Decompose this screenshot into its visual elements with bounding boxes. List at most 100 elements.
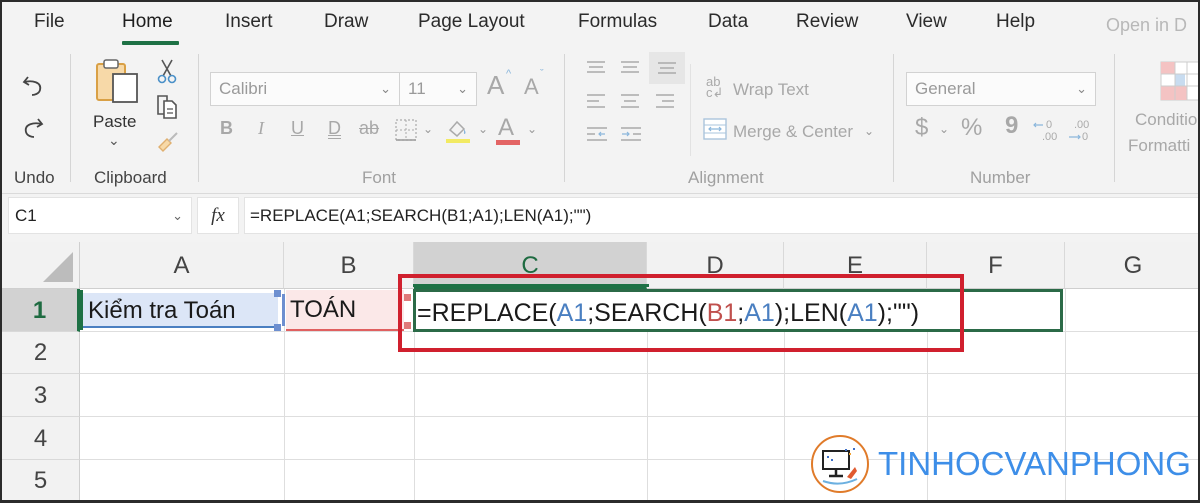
increase-indent-icon[interactable] (618, 124, 644, 144)
align-center-icon[interactable] (618, 92, 642, 112)
font-size-dropdown[interactable]: 11 ⌄ (399, 72, 477, 106)
tab-review[interactable]: Review (796, 11, 858, 33)
font-name-value: Calibri (219, 79, 268, 98)
formula-input[interactable]: =REPLACE(A1;SEARCH(B1;A1);LEN(A1);"") (244, 197, 1198, 234)
row-header-3[interactable]: 3 (2, 374, 80, 417)
paste-button-label[interactable]: Paste (93, 112, 136, 132)
name-box[interactable]: C1 ⌄ (8, 197, 192, 234)
range-handle[interactable] (274, 290, 281, 297)
tab-formulas[interactable]: Formulas (578, 11, 657, 33)
redo-icon[interactable] (18, 112, 48, 142)
svg-text:0: 0 (1082, 131, 1088, 143)
conditional-formatting-button[interactable]: Conditio (1135, 110, 1197, 130)
font-color-button[interactable]: A (498, 114, 514, 142)
formula-bar: C1 ⌄ fx =REPLACE(A1;SEARCH(B1;A1);LEN(A1… (2, 194, 1198, 242)
wrap-text-button[interactable]: Wrap Text (733, 80, 809, 100)
grid-line (80, 373, 1198, 374)
double-underline-button[interactable]: D (328, 118, 341, 139)
percent-button[interactable]: % (961, 114, 982, 142)
tab-insert[interactable]: Insert (225, 11, 273, 33)
group-separator (893, 54, 894, 182)
comma-style-button[interactable]: 9 (1005, 112, 1018, 140)
align-bottom-icon[interactable] (649, 52, 685, 84)
paste-icon[interactable] (94, 56, 140, 106)
row-header-2[interactable]: 2 (2, 332, 80, 374)
chevron-down-icon: ⌄ (172, 208, 183, 223)
column-header-g[interactable]: G (1065, 242, 1198, 289)
alignment-group-label: Alignment (688, 168, 764, 187)
font-color-swatch (496, 140, 520, 145)
underline-button[interactable]: U (291, 118, 304, 139)
font-group-label: Font (362, 168, 397, 187)
borders-chevron-icon[interactable]: ⌄ (423, 122, 433, 136)
grid-line (80, 416, 1198, 417)
group-separator (70, 54, 71, 182)
conditional-formatting-button-line2[interactable]: Formatti (1128, 136, 1190, 156)
row-header-4[interactable]: 4 (2, 417, 80, 460)
undo-group-label: Undo (14, 168, 55, 187)
increase-font-size-button[interactable]: A (487, 70, 504, 101)
align-top-icon[interactable] (584, 58, 608, 78)
borders-icon[interactable] (394, 118, 418, 142)
caret-down-icon: ˇ (540, 68, 544, 80)
tab-file[interactable]: File (34, 11, 65, 33)
decrease-decimal-icon[interactable]: .00 0 (1066, 118, 1094, 144)
increase-decimal-icon[interactable]: 0.00 (1032, 118, 1060, 144)
number-format-dropdown[interactable]: General ⌄ (906, 72, 1096, 106)
tab-help[interactable]: Help (996, 11, 1035, 33)
insert-function-button[interactable]: fx (197, 197, 239, 234)
open-in-desktop-button[interactable]: Open in D (1106, 15, 1187, 36)
select-all-triangle-icon (43, 252, 73, 282)
group-separator (564, 54, 565, 182)
group-separator (690, 64, 691, 156)
format-painter-icon[interactable] (154, 128, 182, 154)
select-all-button[interactable] (2, 242, 80, 289)
align-middle-icon[interactable] (618, 58, 642, 78)
align-left-icon[interactable] (584, 92, 608, 112)
range-handle[interactable] (274, 324, 281, 331)
fx-icon: fx (211, 205, 225, 226)
number-format-value: General (915, 79, 976, 98)
fill-color-chevron-icon[interactable]: ⌄ (478, 122, 488, 136)
range-border (282, 294, 285, 326)
row-header-5[interactable]: 5 (2, 460, 80, 500)
row-header-1[interactable]: 1 (2, 289, 80, 332)
italic-button[interactable]: I (258, 118, 264, 139)
bold-button[interactable]: B (220, 118, 233, 139)
merge-center-button[interactable]: Merge & Center (733, 122, 853, 142)
edit-indicator (80, 290, 83, 330)
fill-color-icon[interactable] (444, 116, 472, 144)
undo-icon[interactable] (18, 70, 48, 100)
column-header-a[interactable]: A (80, 242, 284, 289)
strikethrough-button[interactable]: ab (359, 118, 379, 139)
cut-icon[interactable] (154, 58, 180, 84)
font-name-dropdown[interactable]: Calibri ⌄ (210, 72, 400, 106)
tab-home[interactable]: Home (122, 11, 173, 33)
group-separator (198, 54, 199, 182)
currency-button[interactable]: $ (915, 114, 928, 142)
decrease-indent-icon[interactable] (584, 124, 610, 144)
tab-draw[interactable]: Draw (324, 11, 368, 33)
column-header-b[interactable]: B (284, 242, 414, 289)
font-size-value: 11 (408, 79, 426, 98)
currency-chevron-icon[interactable]: ⌄ (939, 122, 949, 136)
group-separator (1114, 54, 1115, 182)
font-color-chevron-icon[interactable]: ⌄ (527, 122, 537, 136)
chevron-down-icon: ⌄ (1076, 81, 1087, 96)
copy-icon[interactable] (154, 92, 180, 120)
conditional-formatting-icon[interactable] (1160, 60, 1198, 102)
highlight-box (398, 274, 964, 352)
tab-page-layout[interactable]: Page Layout (418, 11, 525, 33)
merge-center-chevron-icon[interactable]: ⌄ (864, 124, 874, 138)
ribbon: Undo Paste ⌄ Clipboard Calibri ⌄ 11 ⌄ A … (2, 48, 1198, 194)
align-right-icon[interactable] (653, 92, 677, 112)
name-box-value: C1 (15, 206, 37, 225)
number-group-label: Number (970, 168, 1031, 187)
active-tab-indicator (122, 41, 179, 45)
svg-text:0: 0 (1046, 119, 1052, 131)
ribbon-tabs: File Home Insert Draw Page Layout Formul… (2, 2, 1198, 48)
tab-view[interactable]: View (906, 11, 947, 33)
tab-data[interactable]: Data (708, 11, 748, 33)
decrease-font-size-button[interactable]: A (524, 74, 539, 100)
paste-chevron-icon[interactable]: ⌄ (108, 132, 120, 149)
